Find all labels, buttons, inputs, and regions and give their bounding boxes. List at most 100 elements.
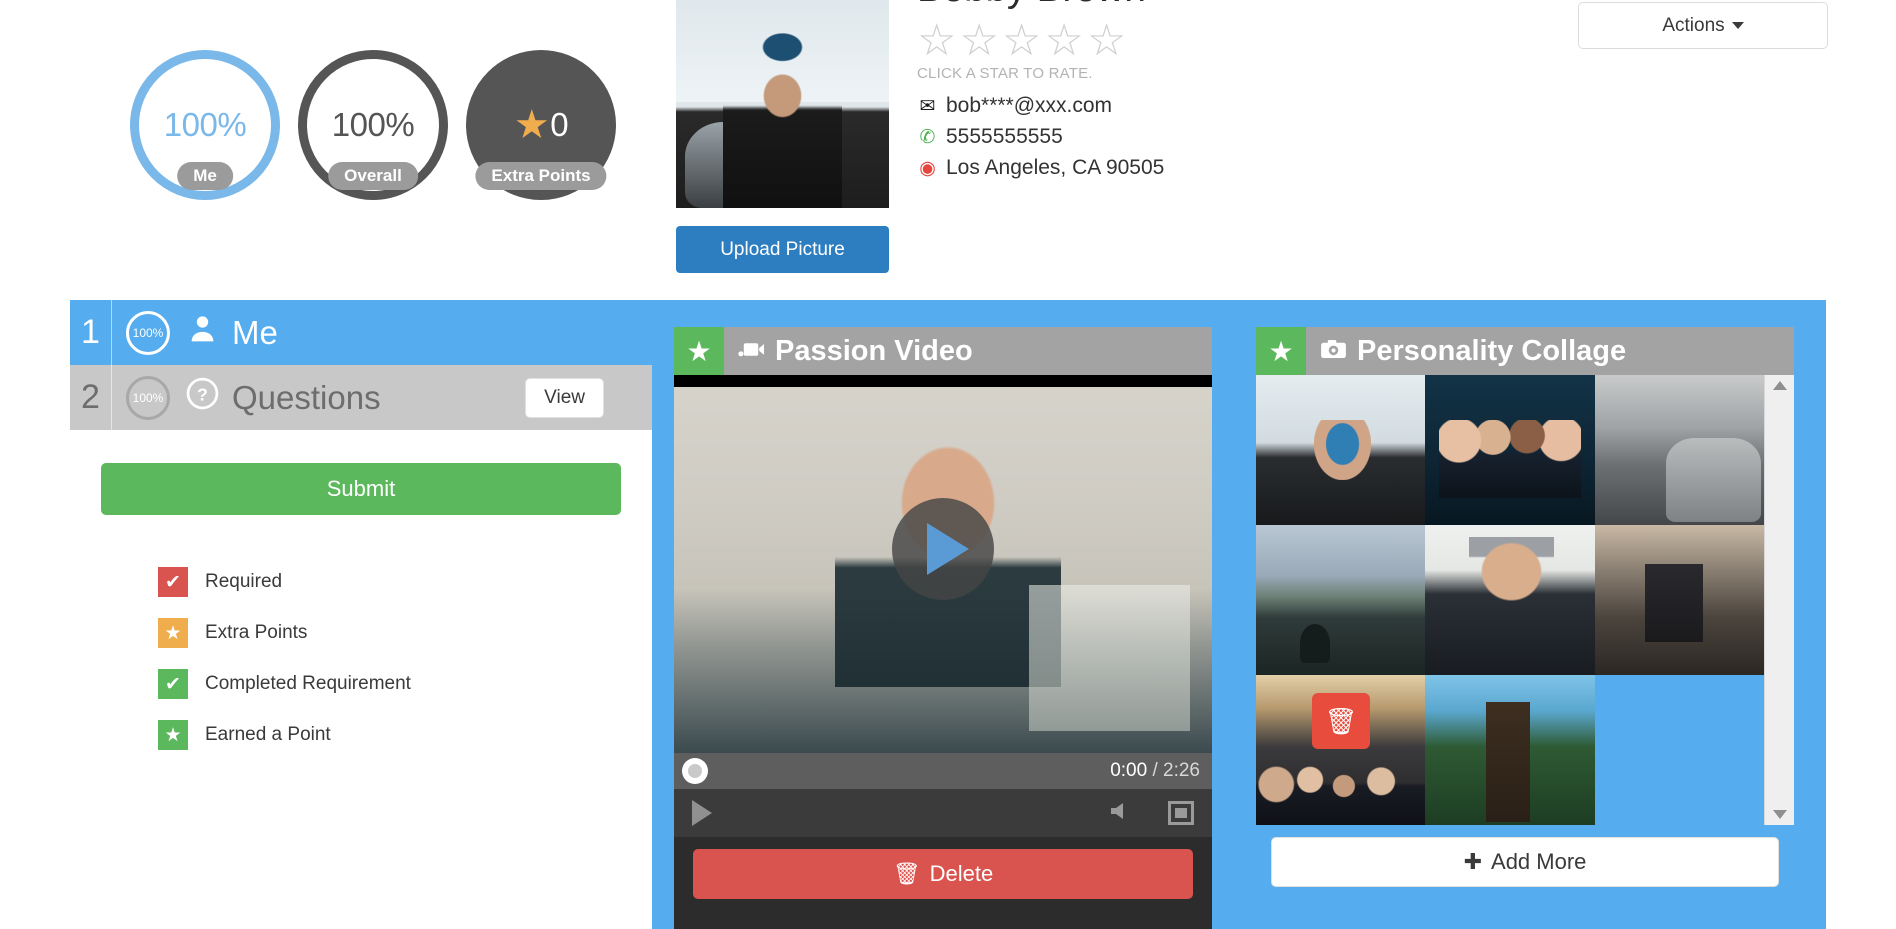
- badge-value-me: 100%: [163, 106, 247, 143]
- step-progress-1: 100%: [126, 310, 170, 355]
- photo-thumbnail: [1425, 525, 1595, 675]
- add-more-label: Add More: [1491, 849, 1587, 874]
- camera-icon: [1320, 338, 1347, 365]
- photo-thumbnail: [1425, 675, 1595, 825]
- collage-photo[interactable]: [1256, 525, 1426, 675]
- actions-button[interactable]: Actions: [1578, 2, 1828, 49]
- passion-video-title: Passion Video: [775, 334, 973, 367]
- photo-thumbnail: [1594, 375, 1764, 525]
- collage-photo[interactable]: [1594, 375, 1764, 525]
- question-mark-icon: ?: [182, 377, 222, 418]
- collage-photo[interactable]: [1425, 375, 1595, 525]
- legend-item-earned: ★ Earned a Point: [158, 720, 652, 750]
- video-time-display: 0:00 / 2:26: [1110, 760, 1200, 782]
- svg-text:?: ?: [197, 384, 208, 404]
- photo-thumbnail: [1425, 375, 1595, 525]
- badge-label-overall: Overall: [328, 162, 418, 190]
- play-button-overlay[interactable]: [892, 497, 994, 600]
- avatar-dog: [684, 121, 781, 208]
- badge-me: 100% Me: [130, 50, 280, 200]
- collage-photo-hovered[interactable]: 🗑: [1256, 675, 1426, 825]
- fullscreen-icon[interactable]: [1168, 801, 1194, 825]
- contact-details: ✉ bob****@xxx.com ✆ 5555555555 ◉ Los Ang…: [917, 94, 1164, 180]
- badge-value-extra-points: ★ 0: [513, 103, 569, 147]
- badge-label-me: Me: [177, 162, 233, 190]
- star-icon: ★: [674, 327, 724, 375]
- personality-collage-card: ★ Personality Collage 🗑 ✚ Add More: [1256, 327, 1794, 929]
- video-current-time: 0:00: [1110, 760, 1148, 781]
- star-rating[interactable]: ☆ ☆ ☆ ☆ ☆: [917, 19, 1164, 63]
- star-icon-1[interactable]: ☆: [917, 19, 956, 63]
- video-controls: [674, 789, 1212, 837]
- collage-grid: 🗑: [1256, 375, 1764, 825]
- photo-thumbnail: [1256, 375, 1426, 525]
- collage-scrollbar[interactable]: [1764, 375, 1794, 825]
- legend-item-required: ✔ Required: [158, 567, 652, 597]
- contact-phone: 5555555555: [946, 125, 1063, 148]
- passion-video-header: ★ Passion Video: [674, 327, 1212, 375]
- avatar: [676, 0, 889, 208]
- legend-label-required: Required: [205, 571, 283, 592]
- step-progress-2: 100%: [126, 375, 170, 420]
- play-icon[interactable]: [692, 800, 712, 826]
- video-time-separator: /: [1152, 760, 1158, 781]
- legend-label-completed: Completed Requirement: [205, 673, 411, 694]
- score-badges: 100% Me 100% Overall ★ 0 Extra Points: [130, 50, 616, 200]
- app-root: 100% Me 100% Overall ★ 0 Extra Points Up…: [0, 0, 1896, 929]
- star-icon: ★: [513, 103, 550, 147]
- personality-collage-header: ★ Personality Collage: [1256, 327, 1794, 375]
- trash-icon: 🗑: [892, 861, 921, 886]
- phone-icon: ✆: [919, 126, 936, 148]
- actions-button-label: Actions: [1662, 14, 1725, 36]
- star-icon-2[interactable]: ☆: [959, 19, 998, 63]
- badge-label-extra-points: Extra Points: [475, 162, 607, 190]
- video-camera-icon: [738, 338, 765, 365]
- step-number-1: 1: [70, 300, 112, 365]
- collage-photo[interactable]: [1425, 675, 1595, 825]
- photo-thumbnail: [1594, 525, 1764, 675]
- scroll-up-arrow-icon[interactable]: [1772, 381, 1787, 390]
- profile-info: Bobby Brown ☆ ☆ ☆ ☆ ☆ CLICK A STAR TO RA…: [917, 0, 1164, 273]
- star-icon: ★: [158, 720, 188, 750]
- sidebar-item-me[interactable]: 1 100% Me: [70, 300, 652, 365]
- photo-thumbnail: [1256, 525, 1426, 675]
- legend-label-extra-points: Extra Points: [205, 622, 308, 643]
- submit-button[interactable]: Submit: [101, 463, 621, 515]
- step-number-2: 2: [70, 365, 112, 430]
- badge-value-overall: 100%: [331, 106, 415, 143]
- legend: ✔ Required ★ Extra Points ✔ Completed Re…: [158, 567, 652, 750]
- video-player[interactable]: [674, 375, 1212, 753]
- check-icon: ✔: [158, 567, 188, 597]
- delete-video-label: Delete: [929, 861, 994, 886]
- delete-video-button[interactable]: 🗑 Delete: [693, 849, 1193, 899]
- collage-grid-wrapper: 🗑: [1256, 375, 1794, 825]
- chevron-down-icon: [1731, 21, 1744, 29]
- contact-phone-row: ✆ 5555555555: [917, 125, 1164, 149]
- delete-photo-button[interactable]: 🗑: [1312, 693, 1370, 749]
- upload-picture-button[interactable]: Upload Picture: [676, 226, 889, 273]
- contact-location: Los Angeles, CA 90505: [946, 156, 1165, 179]
- collage-photo[interactable]: [1256, 375, 1426, 525]
- legend-item-extra-points: ★ Extra Points: [158, 618, 652, 648]
- scroll-down-arrow-icon[interactable]: [1772, 810, 1787, 819]
- star-icon-4[interactable]: ☆: [1044, 19, 1083, 63]
- collage-photo[interactable]: [1425, 525, 1595, 675]
- seek-handle[interactable]: [682, 758, 708, 784]
- legend-item-completed: ✔ Completed Requirement: [158, 669, 652, 699]
- check-icon: ✔: [158, 669, 188, 699]
- video-seekbar[interactable]: 0:00 / 2:26: [674, 753, 1212, 789]
- step-label-2: Questions: [232, 378, 381, 416]
- view-questions-button[interactable]: View: [525, 377, 604, 418]
- page-title: Bobby Brown: [917, 0, 1164, 11]
- star-icon: ★: [1256, 327, 1306, 375]
- collage-photo[interactable]: [1594, 525, 1764, 675]
- star-icon-3[interactable]: ☆: [1002, 19, 1041, 63]
- volume-icon[interactable]: [1108, 798, 1134, 829]
- sidebar-item-questions[interactable]: 2 100% ? Questions View: [70, 365, 652, 430]
- extra-points-count: 0: [550, 106, 569, 143]
- video-duration: 2:26: [1163, 760, 1200, 781]
- video-controls-right: [1108, 798, 1194, 829]
- badge-extra-points: ★ 0 Extra Points: [466, 50, 616, 200]
- add-more-photos-button[interactable]: ✚ Add More: [1271, 837, 1779, 887]
- star-icon-5[interactable]: ☆: [1087, 19, 1126, 63]
